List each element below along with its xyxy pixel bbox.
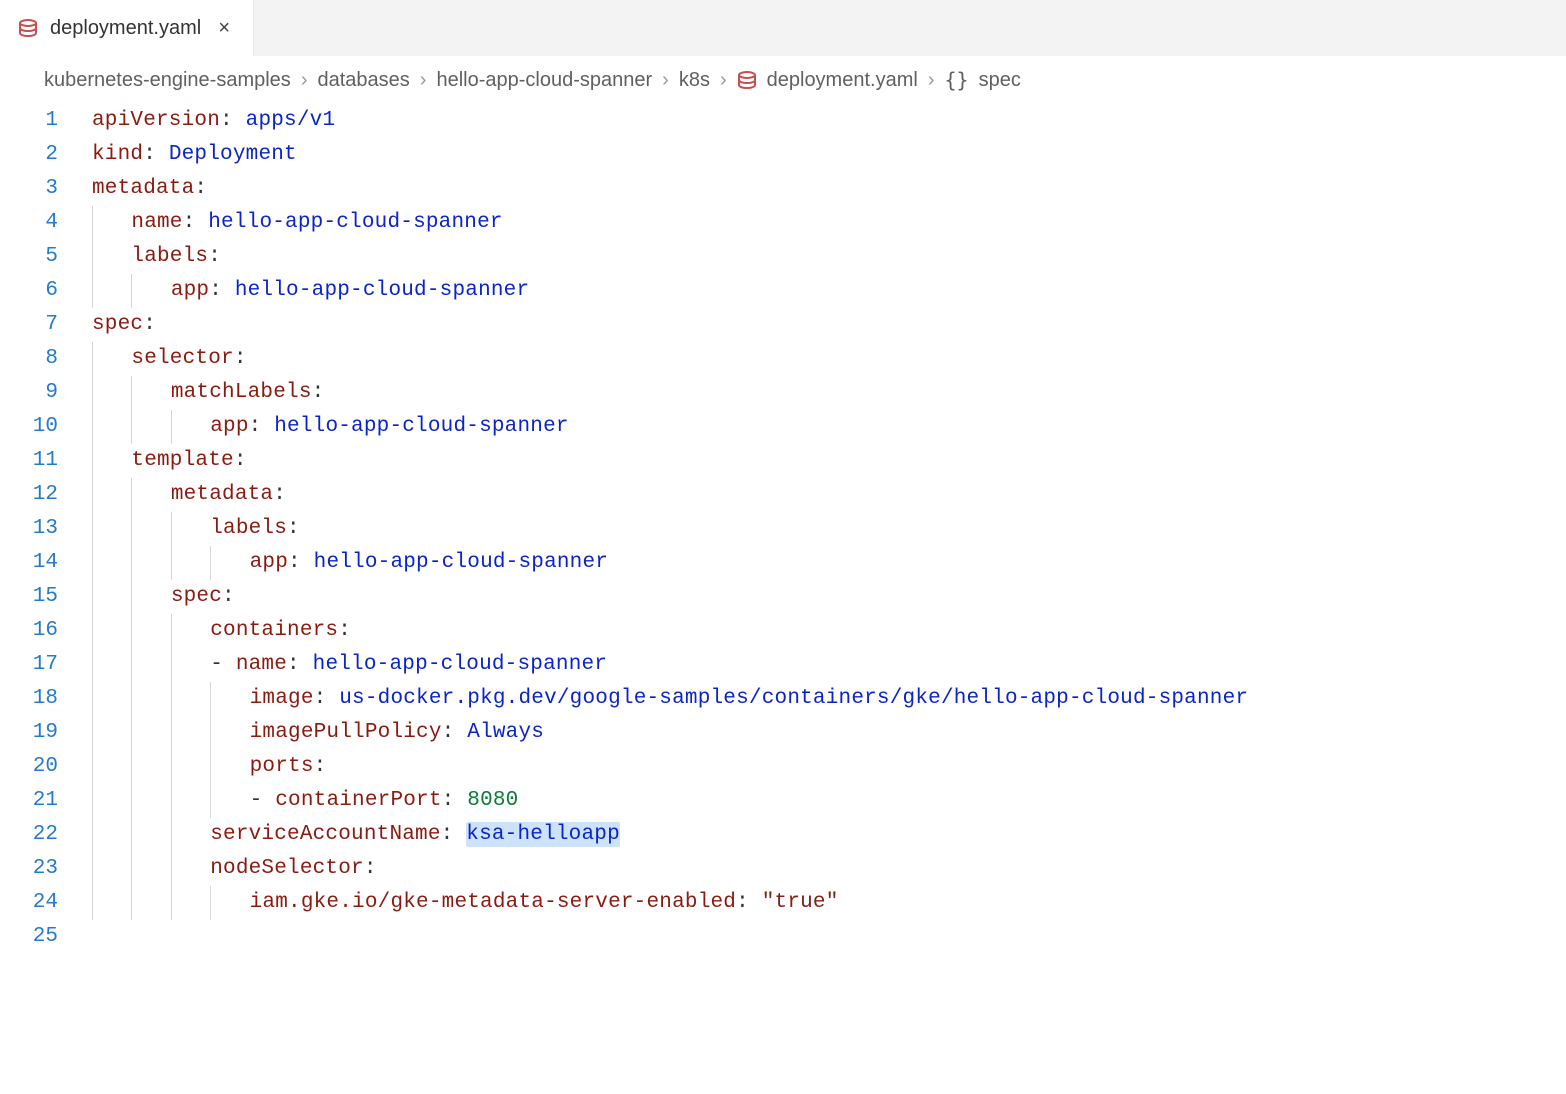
code-line[interactable]: 24 iam.gke.io/gke-metadata-server-enable… [0,886,1566,920]
line-number: 8 [0,342,92,376]
line-number: 6 [0,274,92,308]
code-line[interactable]: 5 labels: [0,240,1566,274]
code-line[interactable]: 12 metadata: [0,478,1566,512]
line-number: 1 [0,104,92,138]
code-line[interactable]: 16 containers: [0,614,1566,648]
yaml-file-icon [18,19,38,37]
line-number: 23 [0,852,92,886]
line-number: 11 [0,444,92,478]
code-editor[interactable]: 1apiVersion: apps/v12kind: Deployment3me… [0,104,1566,954]
line-number: 9 [0,376,92,410]
code-line[interactable]: 23 nodeSelector: [0,852,1566,886]
tab-label: deployment.yaml [50,17,201,40]
code-line[interactable]: 8 selector: [0,342,1566,376]
code-content[interactable]: ports: [92,750,326,784]
code-content[interactable]: selector: [92,342,247,376]
line-number: 18 [0,682,92,716]
braces-icon: {} [944,68,968,92]
code-line[interactable]: 2kind: Deployment [0,138,1566,172]
code-line[interactable]: 17 - name: hello-app-cloud-spanner [0,648,1566,682]
code-content[interactable]: apiVersion: apps/v1 [92,104,335,138]
line-number: 21 [0,784,92,818]
line-number: 24 [0,886,92,920]
line-number: 7 [0,308,92,342]
code-line[interactable]: 11 template: [0,444,1566,478]
code-line[interactable]: 4 name: hello-app-cloud-spanner [0,206,1566,240]
code-line[interactable]: 20 ports: [0,750,1566,784]
code-content[interactable]: matchLabels: [92,376,324,410]
code-content[interactable]: containers: [92,614,351,648]
code-line[interactable]: 14 app: hello-app-cloud-spanner [0,546,1566,580]
line-number: 20 [0,750,92,784]
code-line[interactable]: 1apiVersion: apps/v1 [0,104,1566,138]
chevron-right-icon: › [928,69,935,92]
code-content[interactable]: kind: Deployment [92,138,297,172]
code-line[interactable]: 25 [0,920,1566,954]
breadcrumb: kubernetes-engine-samples › databases › … [0,56,1566,104]
line-number: 13 [0,512,92,546]
code-line[interactable]: 9 matchLabels: [0,376,1566,410]
code-line[interactable]: 10 app: hello-app-cloud-spanner [0,410,1566,444]
code-line[interactable]: 6 app: hello-app-cloud-spanner [0,274,1566,308]
breadcrumb-item[interactable]: databases [317,69,409,92]
code-line[interactable]: 18 image: us-docker.pkg.dev/google-sampl… [0,682,1566,716]
code-content[interactable]: labels: [92,240,221,274]
breadcrumb-item[interactable]: spec [979,69,1021,92]
code-content[interactable]: spec: [92,308,156,342]
line-number: 15 [0,580,92,614]
breadcrumb-item[interactable]: kubernetes-engine-samples [44,69,291,92]
breadcrumb-item[interactable]: k8s [679,69,710,92]
code-line[interactable]: 22 serviceAccountName: ksa-helloapp [0,818,1566,852]
code-content[interactable]: image: us-docker.pkg.dev/google-samples/… [92,682,1248,716]
code-content[interactable]: serviceAccountName: ksa-helloapp [92,818,620,852]
code-content[interactable]: labels: [92,512,300,546]
line-number: 12 [0,478,92,512]
code-line[interactable]: 3metadata: [0,172,1566,206]
code-content[interactable]: - name: hello-app-cloud-spanner [92,648,607,682]
tab-deployment-yaml[interactable]: deployment.yaml × [0,0,254,56]
code-content[interactable]: imagePullPolicy: Always [92,716,544,750]
line-number: 16 [0,614,92,648]
line-number: 17 [0,648,92,682]
code-content[interactable]: metadata: [92,172,207,206]
line-number: 14 [0,546,92,580]
chevron-right-icon: › [662,69,669,92]
line-number: 19 [0,716,92,750]
code-line[interactable]: 15 spec: [0,580,1566,614]
yaml-file-icon [737,71,757,89]
close-icon[interactable]: × [213,17,235,40]
tab-bar: deployment.yaml × [0,0,1566,56]
code-content[interactable]: app: hello-app-cloud-spanner [92,410,569,444]
code-line[interactable]: 19 imagePullPolicy: Always [0,716,1566,750]
line-number: 3 [0,172,92,206]
chevron-right-icon: › [720,69,727,92]
breadcrumb-item[interactable]: deployment.yaml [767,69,918,92]
line-number: 2 [0,138,92,172]
chevron-right-icon: › [301,69,308,92]
code-line[interactable]: 13 labels: [0,512,1566,546]
code-content[interactable]: app: hello-app-cloud-spanner [92,546,608,580]
line-number: 10 [0,410,92,444]
breadcrumb-item[interactable]: hello-app-cloud-spanner [436,69,652,92]
line-number: 25 [0,920,92,954]
code-content[interactable]: iam.gke.io/gke-metadata-server-enabled: … [92,886,839,920]
code-content[interactable]: - containerPort: 8080 [92,784,519,818]
code-content[interactable]: name: hello-app-cloud-spanner [92,206,503,240]
code-content[interactable]: spec: [92,580,235,614]
code-line[interactable]: 21 - containerPort: 8080 [0,784,1566,818]
code-content[interactable]: template: [92,444,247,478]
code-content[interactable]: app: hello-app-cloud-spanner [92,274,529,308]
line-number: 5 [0,240,92,274]
code-content[interactable]: nodeSelector: [92,852,377,886]
chevron-right-icon: › [420,69,427,92]
code-content[interactable]: metadata: [92,478,286,512]
line-number: 4 [0,206,92,240]
line-number: 22 [0,818,92,852]
code-line[interactable]: 7spec: [0,308,1566,342]
